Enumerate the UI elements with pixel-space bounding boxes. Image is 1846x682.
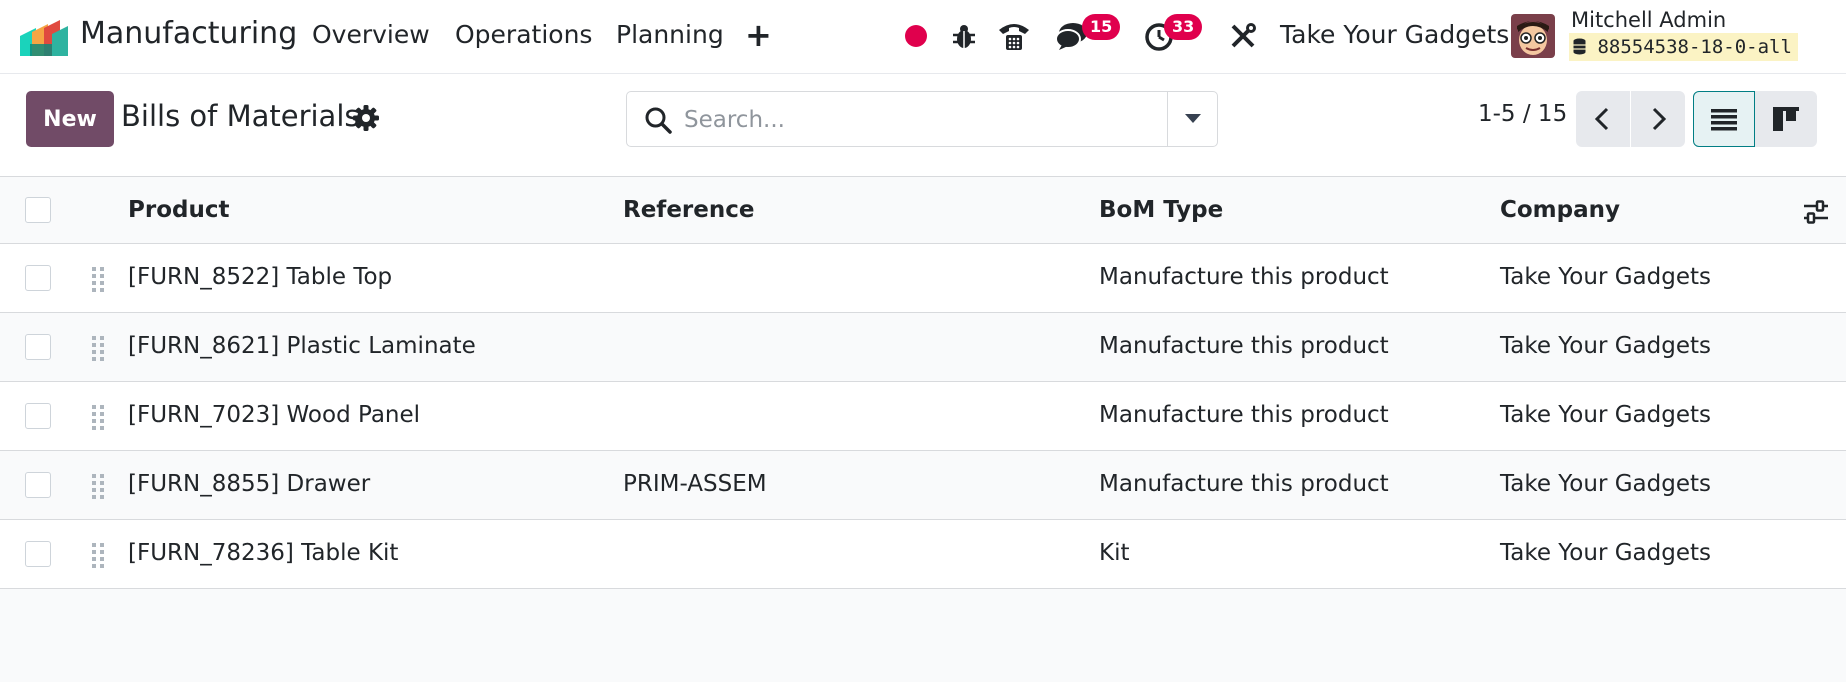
drag-handle-icon[interactable] [90,335,106,361]
row-checkbox[interactable] [25,265,51,291]
menu-operations[interactable]: Operations [455,20,592,49]
list-icon [1711,109,1737,131]
list-view-button[interactable] [1693,91,1755,147]
row-checkbox[interactable] [25,403,51,429]
cell-company: Take Your Gadgets [1500,402,1711,428]
drag-handle-icon[interactable] [90,473,106,499]
search-input[interactable] [682,100,1186,140]
cell-bom-type: Manufacture this product [1099,264,1389,290]
cell-bom-type: Kit [1099,540,1130,566]
pager-next-button[interactable] [1631,91,1685,147]
cell-company: Take Your Gadgets [1500,540,1711,566]
pager-previous-button[interactable] [1576,91,1630,147]
menu-planning[interactable]: Planning [616,20,724,49]
kanban-icon [1773,107,1799,131]
row-checkbox[interactable] [25,472,51,498]
control-panel: New Bills of Materials 1-5 / 15 [0,74,1846,176]
new-button[interactable]: New [26,91,114,147]
messages-count-badge: 15 [1082,14,1121,40]
table-row[interactable]: [FURN_7023] Wood Panel Manufacture this … [0,382,1846,451]
chevron-right-icon [1652,107,1667,131]
cell-product: [FURN_7023] Wood Panel [128,402,421,428]
list-header: Product Reference BoM Type Company [0,176,1846,244]
column-header-product[interactable]: Product [128,197,229,223]
top-navbar: Manufacturing Overview Operations Planni… [0,0,1846,74]
cell-company: Take Your Gadgets [1500,333,1711,359]
cell-product: [FURN_8621] Plastic Laminate [128,333,476,359]
table-row[interactable]: [FURN_8621] Plastic Laminate Manufacture… [0,313,1846,382]
cell-reference: PRIM-ASSEM [623,471,767,497]
drag-handle-icon[interactable] [90,266,106,292]
column-header-reference[interactable]: Reference [623,197,754,223]
select-all-checkbox[interactable] [25,197,51,223]
database-tag: 88554538-18-0-all [1569,33,1798,61]
user-name[interactable]: Mitchell Admin [1571,8,1726,32]
search-icon [645,107,672,134]
page-title: Bills of Materials [121,99,360,133]
drag-handle-icon[interactable] [90,542,106,568]
table-row[interactable]: [FURN_8855] Drawer PRIM-ASSEM Manufactur… [0,451,1846,520]
cell-bom-type: Manufacture this product [1099,333,1389,359]
table-row[interactable]: [FURN_78236] Table Kit Kit Take Your Gad… [0,520,1846,589]
cell-bom-type: Manufacture this product [1099,402,1389,428]
menu-overview[interactable]: Overview [312,20,430,49]
row-checkbox[interactable] [25,334,51,360]
bug-icon[interactable] [951,22,977,50]
drag-handle-icon[interactable] [90,404,106,430]
manufacturing-app-icon[interactable] [20,18,68,56]
database-icon [1573,38,1586,55]
recording-dot-icon[interactable] [905,25,927,47]
company-switcher[interactable]: Take Your Gadgets [1280,20,1509,49]
cell-product: [FURN_8855] Drawer [128,471,371,497]
table-row[interactable]: [FURN_8522] Table Top Manufacture this p… [0,244,1846,313]
cell-bom-type: Manufacture this product [1099,471,1389,497]
optional-columns-icon[interactable] [1802,198,1830,226]
activities-count-badge: 33 [1164,14,1203,40]
chevron-left-icon [1594,107,1609,131]
cell-company: Take Your Gadgets [1500,471,1711,497]
search-box [626,91,1218,147]
database-name: 88554538-18-0-all [1597,36,1792,58]
column-header-company[interactable]: Company [1500,197,1620,223]
plus-icon[interactable]: + [745,16,772,54]
pager-value[interactable]: 1-5 / 15 [1478,101,1567,127]
cell-product: [FURN_8522] Table Top [128,264,393,290]
phone-icon[interactable] [997,20,1031,52]
tools-icon[interactable] [1229,22,1257,50]
row-checkbox[interactable] [25,541,51,567]
avatar[interactable] [1511,14,1555,58]
app-name[interactable]: Manufacturing [80,16,297,51]
gear-icon[interactable] [353,105,379,131]
cell-product: [FURN_78236] Table Kit [128,540,399,566]
search-options-toggle[interactable] [1167,92,1217,146]
cell-company: Take Your Gadgets [1500,264,1711,290]
kanban-view-button[interactable] [1755,91,1817,147]
column-header-bom-type[interactable]: BoM Type [1099,197,1223,223]
